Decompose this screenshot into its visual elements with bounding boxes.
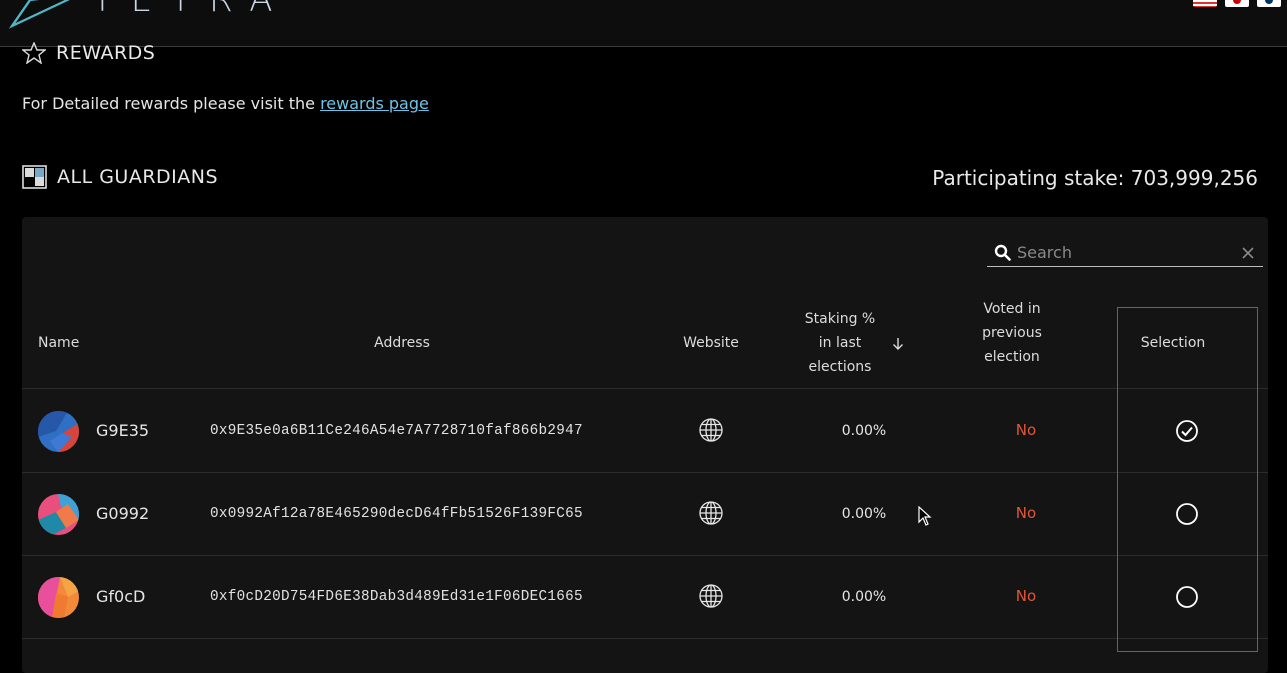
guardian-address: 0xf0cD20D754FD6E38Dab3d489Ed31e1F06DEC16… <box>210 589 583 605</box>
selection-unchecked-icon[interactable] <box>1175 585 1199 613</box>
top-bar: TETRA <box>0 0 1287 47</box>
column-header-website[interactable]: Website <box>674 331 748 355</box>
guardian-address: 0x0992Af12a78E465290decD64fFb51526F139FC… <box>210 506 583 522</box>
avatar <box>38 411 79 452</box>
staking-percent: 0.00% <box>841 506 887 522</box>
globe-icon[interactable] <box>698 500 724 530</box>
table-row[interactable]: G9E35 0x9E35e0a6B11Ce246A54e7A7728710faf… <box>22 390 1268 473</box>
participating-stake: Participating stake: 703,999,256 <box>932 166 1258 190</box>
guardian-name: G0992 <box>96 504 150 523</box>
rewards-title: REWARDS <box>56 42 156 64</box>
star-icon <box>22 42 46 64</box>
us-flag-icon[interactable] <box>1193 0 1217 7</box>
guardian-name: Gf0cD <box>96 587 146 606</box>
rewards-description: For Detailed rewards please visit the re… <box>22 94 429 113</box>
column-header-name[interactable]: Name <box>38 331 79 355</box>
column-header-staking[interactable]: Staking % in last elections <box>798 307 904 379</box>
guardian-name: G9E35 <box>96 421 150 440</box>
jp-flag-icon[interactable] <box>1225 0 1249 7</box>
selection-unchecked-icon[interactable] <box>1175 502 1199 530</box>
avatar <box>38 577 79 618</box>
guardians-heading: ALL GUARDIANS <box>22 165 218 189</box>
staking-header-label: Staking % in last elections <box>804 311 876 375</box>
globe-icon[interactable] <box>698 417 724 447</box>
shield-icon <box>22 165 47 189</box>
globe-icon[interactable] <box>698 583 724 613</box>
table-row[interactable]: G0992 0x0992Af12a78E465290decD64fFb51526… <box>22 473 1268 556</box>
language-flags <box>1193 0 1281 7</box>
sort-arrow-down-icon[interactable] <box>892 337 904 351</box>
table-header: Name Address Website Staking % in last e… <box>22 297 1268 389</box>
guardians-title: ALL GUARDIANS <box>57 166 219 188</box>
voted-status: No <box>1015 504 1037 522</box>
guardian-address: 0x9E35e0a6B11Ce246A54e7A7728710faf866b29… <box>210 423 583 439</box>
voted-status: No <box>1015 421 1037 439</box>
search-input[interactable] <box>1017 243 1233 262</box>
guardians-table: Name Address Website Staking % in last e… <box>22 217 1268 673</box>
mouse-cursor-icon <box>918 506 932 526</box>
selection-checked-icon[interactable] <box>1175 419 1199 447</box>
staking-percent: 0.00% <box>841 423 887 439</box>
logo-text[interactable]: TETRA <box>92 0 291 20</box>
kr-flag-icon[interactable] <box>1257 0 1281 7</box>
close-icon[interactable] <box>1233 246 1263 259</box>
search-box <box>987 239 1263 267</box>
rewards-text-prefix: For Detailed rewards please visit the <box>22 94 321 113</box>
column-header-address[interactable]: Address <box>362 331 442 355</box>
rewards-heading: REWARDS <box>22 42 155 64</box>
rewards-page-link[interactable]: rewards page <box>320 94 429 113</box>
voted-status: No <box>1015 587 1037 605</box>
column-header-voted[interactable]: Voted in previous election <box>962 297 1062 369</box>
logo-icon[interactable] <box>8 0 84 30</box>
search-icon <box>987 244 1017 261</box>
table-row[interactable]: Gf0cD 0xf0cD20D754FD6E38Dab3d489Ed31e1F0… <box>22 556 1268 639</box>
avatar <box>38 494 79 535</box>
staking-percent: 0.00% <box>841 589 887 605</box>
column-header-selection: Selection <box>1140 335 1206 351</box>
